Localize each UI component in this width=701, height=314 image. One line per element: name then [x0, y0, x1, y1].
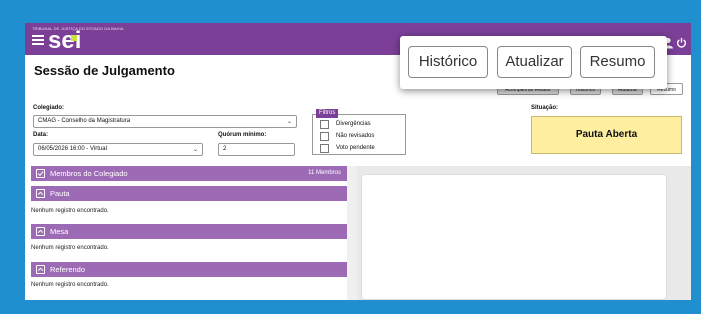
filtros-legend: Filtros [316, 109, 339, 118]
check-icon [36, 169, 45, 178]
sei-app-window: TRIBUNAL DE JUSTIÇA DO ESTADO DA BAHIA s… [25, 23, 691, 300]
section-label: Pauta [50, 189, 70, 198]
checkbox[interactable] [320, 132, 329, 141]
historico-button-zoomed[interactable]: Histórico [408, 46, 488, 78]
situacao-label: Situação: [531, 105, 559, 111]
sei-logo-dot [71, 35, 77, 41]
chevron-up-icon [36, 227, 45, 236]
section-label: Mesa [50, 227, 69, 236]
quorum-label: Quórum mínimo: [218, 132, 267, 138]
filtro-label: Voto pendente [336, 145, 375, 151]
filtro-label: Divergências [336, 121, 371, 127]
situacao-status: Pauta Aberta [531, 116, 682, 154]
atualizar-button-zoomed[interactable]: Atualizar [497, 46, 572, 78]
colegiado-select[interactable]: CMAG - Conselho da Magistratura ⌄ [33, 115, 297, 128]
power-icon[interactable] [676, 37, 687, 48]
data-label: Data: [33, 132, 49, 138]
chevron-up-icon [36, 189, 45, 198]
page-title: Sessão de Julgamento [34, 63, 175, 78]
member-count: 11 Membros [308, 170, 341, 176]
section-label: Membros do Colegiado [50, 169, 128, 178]
checkbox[interactable] [320, 120, 329, 129]
data-value: 06/05/2026 16:00 - Virtual [38, 146, 107, 152]
section-membros-colegiado[interactable]: Membros do Colegiado 11 Membros [31, 166, 347, 181]
section-label: Referendo [50, 265, 86, 274]
zoom-callout: Histórico Atualizar Resumo [400, 36, 667, 89]
hamburger-menu-icon[interactable] [32, 35, 44, 45]
section-pauta[interactable]: Pauta [31, 186, 347, 201]
detail-card [361, 174, 667, 300]
filtro-label: Não revisados [336, 133, 375, 139]
panel-divider[interactable] [347, 166, 357, 300]
chevron-up-icon [36, 265, 45, 274]
colegiado-value: CMAG - Conselho da Magistratura [38, 118, 131, 124]
resumo-button-zoomed[interactable]: Resumo [580, 46, 655, 78]
sei-logo[interactable]: sei [48, 29, 81, 53]
mesa-empty-message: Nenhum registro encontrado. [31, 245, 109, 251]
pauta-empty-message: Nenhum registro encontrado. [31, 208, 109, 214]
checkbox[interactable] [320, 144, 329, 153]
detail-panel [357, 166, 691, 300]
section-referendo[interactable]: Referendo [31, 262, 347, 277]
quorum-input[interactable]: 2 [218, 143, 295, 156]
colegiado-label: Colegiado: [33, 105, 64, 111]
chevron-down-icon: ⌄ [192, 147, 198, 153]
chevron-down-icon: ⌄ [286, 119, 292, 125]
referendo-empty-message: Nenhum registro encontrado. [31, 282, 109, 288]
section-mesa[interactable]: Mesa [31, 224, 347, 239]
data-select[interactable]: 06/05/2026 16:00 - Virtual ⌄ [33, 143, 203, 156]
